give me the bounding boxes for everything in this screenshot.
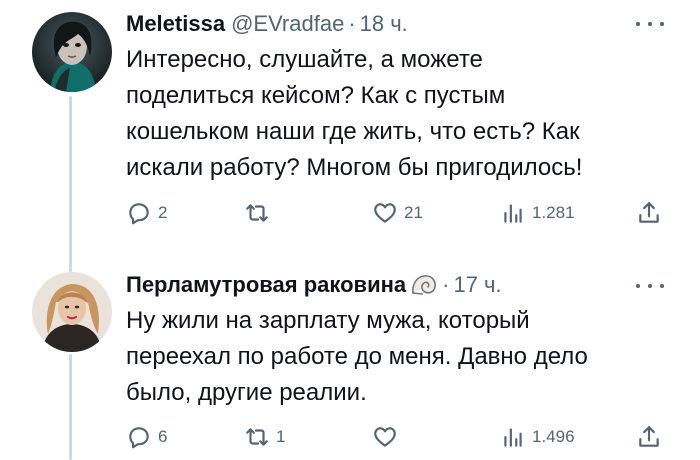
- reply-icon: [129, 203, 149, 225]
- share-button[interactable]: [636, 422, 662, 452]
- views-button[interactable]: 1.281: [500, 198, 575, 228]
- reply-count: 6: [158, 427, 168, 446]
- reply-button[interactable]: 2: [126, 198, 167, 228]
- tweet-actions: 6 1 1.496: [126, 422, 672, 452]
- avatar[interactable]: [32, 12, 112, 92]
- author-name[interactable]: Meletissa: [126, 10, 225, 38]
- views-bar-chart-icon: [504, 204, 522, 223]
- heart-icon: [374, 203, 396, 223]
- spiral-shell-icon: [410, 273, 438, 297]
- more-options-icon[interactable]: [636, 14, 664, 34]
- reply-count: 2: [158, 203, 168, 222]
- view-count: 1.281: [532, 203, 575, 222]
- reply-icon: [129, 427, 149, 449]
- retweet-icon: [246, 204, 268, 222]
- author-name[interactable]: Перламутровая раковина: [126, 271, 406, 299]
- tweet[interactable]: Перламутровая раковина · 17 ч. Ну жили н…: [0, 262, 700, 460]
- views-button[interactable]: 1.496: [500, 422, 575, 452]
- view-count: 1.496: [532, 427, 575, 446]
- tweet[interactable]: Meletissa @EVradfae · 18 ч. Интересно, с…: [0, 0, 700, 255]
- share-icon: [639, 202, 659, 223]
- timestamp[interactable]: 18 ч.: [360, 10, 408, 38]
- heart-icon: [374, 427, 396, 447]
- tweet-text: Интересно, слушайте, а можете поделиться…: [126, 46, 583, 181]
- author-handle[interactable]: @EVradfae: [231, 10, 344, 38]
- retweet-count: 1: [276, 427, 286, 446]
- share-icon: [639, 426, 659, 447]
- retweet-button[interactable]: [244, 198, 276, 228]
- timestamp[interactable]: 17 ч.: [453, 271, 501, 299]
- woman-portrait-avatar: [32, 272, 112, 352]
- like-button[interactable]: [372, 422, 404, 452]
- more-options-icon[interactable]: [636, 276, 664, 296]
- reply-button[interactable]: 6: [126, 422, 167, 452]
- avatar[interactable]: [32, 272, 112, 352]
- tweet-actions: 2 21 1.281: [126, 198, 672, 228]
- retweet-button[interactable]: 1: [244, 422, 285, 452]
- tweet-header: Перламутровая раковина · 17 ч.: [126, 271, 502, 299]
- like-button[interactable]: 21: [372, 198, 423, 228]
- tweet-text: Ну жили на зарплату мужа, который переех…: [126, 307, 588, 406]
- separator-dot: ·: [348, 11, 356, 36]
- like-count: 21: [404, 203, 423, 222]
- separator-dot: ·: [442, 272, 450, 297]
- share-button[interactable]: [636, 198, 662, 228]
- dark-portrait-avatar: [32, 12, 112, 92]
- tweet-header: Meletissa @EVradfae · 18 ч.: [126, 10, 408, 38]
- views-bar-chart-icon: [504, 428, 522, 447]
- retweet-icon: [246, 428, 268, 446]
